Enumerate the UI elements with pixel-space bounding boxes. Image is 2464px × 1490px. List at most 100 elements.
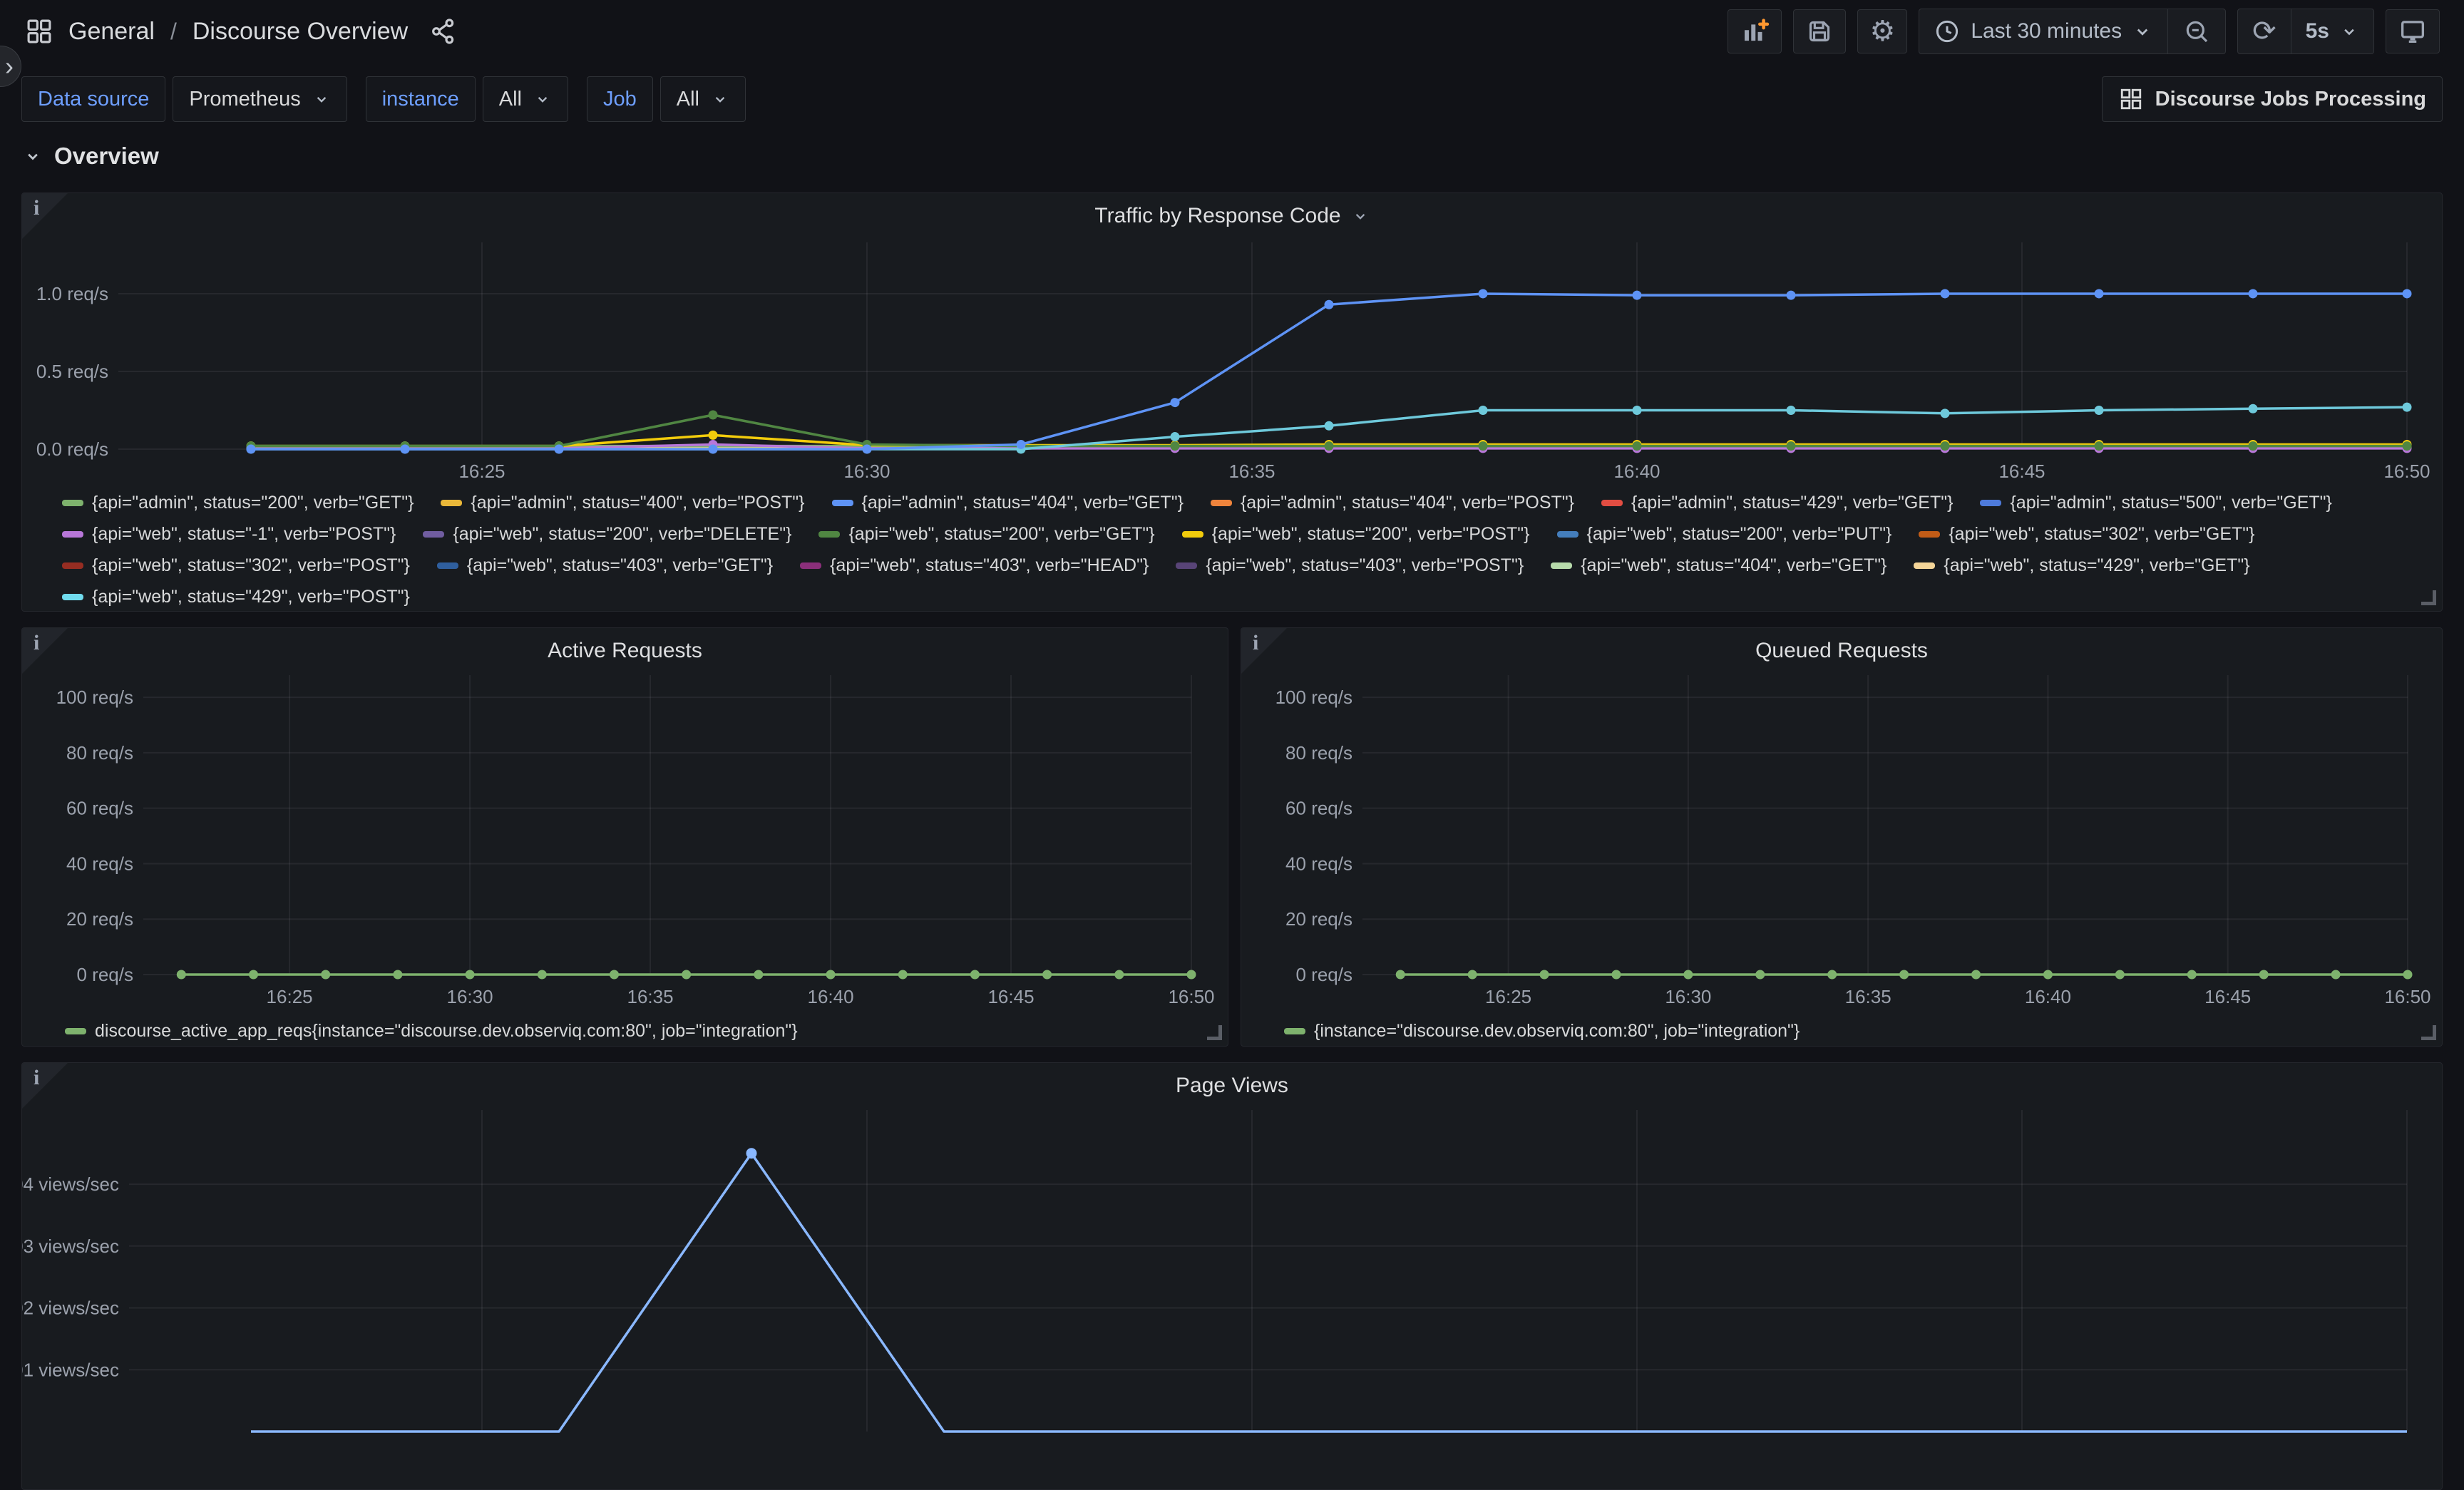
legend-label: {api="web", status="403", verb="GET"} <box>467 550 773 581</box>
legend-item[interactable]: {api="web", status="-1", verb="POST"} <box>62 518 396 550</box>
panel-header[interactable]: Page Views <box>22 1063 2442 1109</box>
panel-queued-requests: i Queued Requests 100 req/s80 req/s60 re… <box>1241 627 2443 1047</box>
breadcrumb-dashboard-title[interactable]: Discourse Overview <box>192 18 408 46</box>
panel-info-corner[interactable] <box>22 1063 68 1109</box>
legend-item[interactable]: {api="admin", status="500", verb="GET"} <box>1980 487 2331 518</box>
series-point <box>1787 406 1796 415</box>
legend-item[interactable]: {api="web", status="302", verb="GET"} <box>1919 518 2254 550</box>
active-requests-chart[interactable]: 100 req/s80 req/s60 req/s40 req/s20 req/… <box>22 674 1228 1012</box>
series-point <box>1755 970 1765 980</box>
queued-requests-legend: {instance="discourse.dev.observiq.com:80… <box>1241 1012 2442 1047</box>
legend-item[interactable]: {api="web", status="200", verb="PUT"} <box>1557 518 1892 550</box>
traffic-chart[interactable]: 1.0 req/s0.5 req/s0.0 req/s16:2516:3016:… <box>22 239 2442 484</box>
job-label-box: Job <box>587 76 653 122</box>
row-header-overview[interactable]: Overview <box>23 143 159 170</box>
legend-item[interactable]: {api="admin", status="200", verb="GET"} <box>62 487 414 518</box>
series-point <box>1683 970 1693 980</box>
info-icon: i <box>1253 631 1258 655</box>
info-icon: i <box>34 1066 39 1090</box>
series-point <box>1325 300 1334 309</box>
clock-icon <box>1934 18 1961 45</box>
job-select[interactable]: All <box>660 76 746 122</box>
legend-item[interactable]: {api="web", status="200", verb="POST"} <box>1182 518 1530 550</box>
legend-item[interactable]: discourse_active_app_reqs{instance="disc… <box>65 1015 798 1047</box>
x-axis-tick-label: 16:25 <box>1485 986 1531 1007</box>
panel-info-corner[interactable] <box>22 628 68 674</box>
job-label: Job <box>603 88 637 111</box>
breadcrumb-folder[interactable]: General <box>68 18 155 46</box>
legend-swatch <box>1284 1028 1305 1034</box>
legend-item[interactable]: {api="admin", status="404", verb="POST"} <box>1211 487 1574 518</box>
refresh-interval-picker[interactable]: 5s <box>2291 9 2373 53</box>
legend-item[interactable]: {api="admin", status="404", verb="GET"} <box>832 487 1184 518</box>
legend-label: {api="web", status="403", verb="HEAD"} <box>830 550 1149 581</box>
panel-info-corner[interactable] <box>22 193 68 239</box>
legend-item[interactable]: {api="admin", status="429", verb="GET"} <box>1601 487 1953 518</box>
series-point <box>1479 289 1488 298</box>
refresh-group: ⟳ 5s <box>2237 9 2374 54</box>
instance-value: All <box>499 88 522 111</box>
panel-resize-handle[interactable] <box>2421 1025 2436 1040</box>
legend-item[interactable]: {api="web", status="404", verb="GET"} <box>1551 550 1886 581</box>
panel-resize-handle[interactable] <box>1207 1025 1222 1040</box>
dashboard-link-discourse-jobs[interactable]: Discourse Jobs Processing <box>2102 76 2443 122</box>
panel-header[interactable]: Traffic by Response Code <box>22 193 2442 239</box>
chevron-down-icon <box>23 146 43 166</box>
legend-item[interactable]: {api="web", status="403", verb="POST"} <box>1176 550 1524 581</box>
save-dashboard-button[interactable] <box>1793 9 1846 53</box>
series-point <box>2095 406 2104 415</box>
datasource-label-box: Data source <box>21 76 165 122</box>
zoom-out-button[interactable] <box>2167 9 2225 53</box>
page-views-chart[interactable]: 0.04 views/sec0.03 views/sec0.02 views/s… <box>22 1109 2442 1465</box>
panel-title: Queued Requests <box>1755 639 1928 663</box>
series-point <box>1827 970 1837 980</box>
panel-title: Page Views <box>1176 1074 1288 1098</box>
time-range-picker[interactable]: Last 30 minutes <box>1919 9 2167 53</box>
legend-label: {api="web", status="429", verb="GET"} <box>1944 550 2249 581</box>
series-point <box>709 411 718 420</box>
series-point <box>2259 970 2269 980</box>
y-axis-tick-label: 0.04 views/sec <box>22 1173 119 1195</box>
instance-select[interactable]: All <box>483 76 568 122</box>
datasource-select[interactable]: Prometheus <box>173 76 346 122</box>
panel-resize-handle[interactable] <box>2421 590 2436 605</box>
legend-item[interactable]: {api="web", status="403", verb="HEAD"} <box>800 550 1149 581</box>
apps-grid-icon <box>2118 86 2144 112</box>
chevron-down-icon <box>2339 21 2359 41</box>
x-axis-tick-label: 16:30 <box>447 986 493 1007</box>
dashboard-submenu: Data source Prometheus instance All <box>0 68 2464 130</box>
series-point <box>1325 441 1334 451</box>
legend-item[interactable]: {api="web", status="200", verb="GET"} <box>818 518 1154 550</box>
y-axis-tick-label: 0.03 views/sec <box>22 1235 119 1257</box>
legend-item[interactable]: {api="admin", status="400", verb="POST"} <box>441 487 804 518</box>
share-icon[interactable] <box>429 17 458 46</box>
panel-header[interactable]: Active Requests <box>22 628 1228 674</box>
series-point <box>1479 441 1488 451</box>
legend-item[interactable]: {api="web", status="403", verb="GET"} <box>437 550 773 581</box>
legend-item[interactable]: {api="web", status="429", verb="GET"} <box>1914 550 2249 581</box>
legend-label: {api="web", status="404", verb="GET"} <box>1581 550 1886 581</box>
info-icon: i <box>34 196 39 220</box>
panel-page-views: i Page Views 0.04 views/sec 0.03 views/se… <box>21 1062 2443 1490</box>
panel-header[interactable]: Queued Requests <box>1241 628 2442 674</box>
y-axis-tick-label: 0 req/s <box>77 964 134 985</box>
queued-requests-chart[interactable]: 100 req/s80 req/s60 req/s40 req/s20 req/… <box>1241 674 2442 1012</box>
refresh-button[interactable]: ⟳ <box>2238 9 2291 53</box>
add-panel-button[interactable] <box>1728 9 1782 53</box>
legend-item[interactable]: {api="web", status="200", verb="DELETE"} <box>423 518 791 550</box>
legend-swatch <box>65 1028 86 1034</box>
legend-item[interactable]: {api="web", status="429", verb="POST"} <box>62 581 410 612</box>
series-point <box>1941 289 1950 298</box>
cycle-view-mode-button[interactable] <box>2386 9 2440 53</box>
x-axis-tick-label: 16:50 <box>2383 461 2430 482</box>
series-point <box>2249 404 2258 413</box>
panel-info-corner[interactable] <box>1241 628 1287 674</box>
y-axis-tick-label: 80 req/s <box>66 742 133 764</box>
legend-item[interactable]: {instance="discourse.dev.observiq.com:80… <box>1284 1015 1800 1047</box>
panel-title: Traffic by Response Code <box>1094 204 1340 228</box>
dashboard-settings-button[interactable]: ⚙ <box>1857 9 1907 53</box>
legend-item[interactable]: {api="web", status="302", verb="POST"} <box>62 550 410 581</box>
traffic-legend: {api="admin", status="200", verb="GET"}{… <box>22 484 2442 612</box>
series-point <box>1114 970 1124 980</box>
series-point <box>177 970 186 980</box>
